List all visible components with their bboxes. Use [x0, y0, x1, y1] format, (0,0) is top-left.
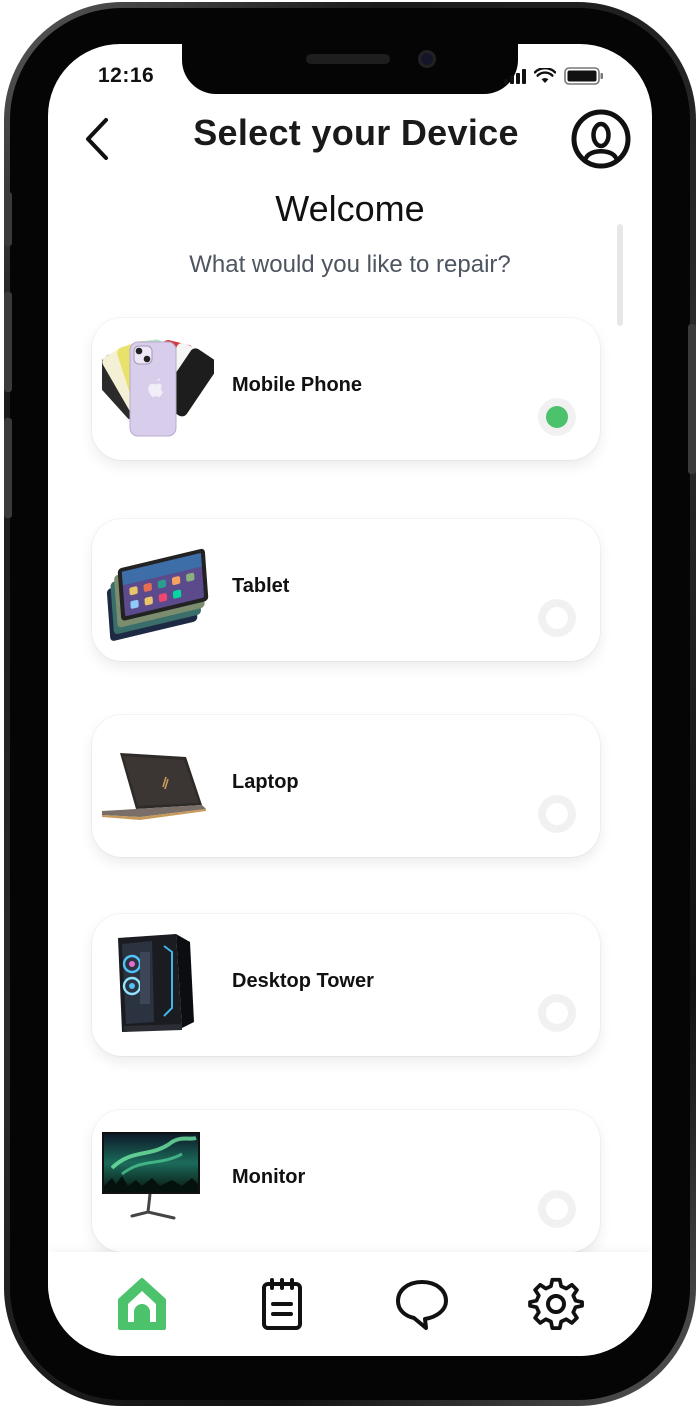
laptop-image: [102, 753, 206, 820]
mobile-phone-image: [102, 339, 214, 437]
monitor-image: [102, 1132, 200, 1220]
wifi-icon: [534, 68, 556, 83]
cellular-signal-icon: [504, 68, 526, 84]
volume-up-button: [4, 292, 12, 392]
device-card-desktop-tower[interactable]: Desktop Tower: [92, 914, 600, 1056]
device-label: Mobile Phone: [232, 374, 362, 396]
volume-down-button: [4, 418, 12, 518]
silent-switch: [4, 192, 12, 246]
status-time: 12:16: [98, 64, 155, 87]
battery-icon: [564, 67, 603, 85]
device-label: Desktop Tower: [232, 970, 374, 992]
scrollbar[interactable]: [617, 224, 623, 326]
gear-icon: [528, 1277, 584, 1330]
tab-home[interactable]: [114, 1276, 170, 1332]
notepad-icon: [262, 1278, 302, 1330]
front-camera: [418, 50, 436, 68]
profile-button[interactable]: [570, 108, 632, 170]
desktop-tower-image: [118, 934, 194, 1032]
device-card-tablet[interactable]: Tablet: [92, 519, 600, 661]
home-icon: [118, 1278, 166, 1330]
status-icons: [504, 67, 604, 85]
earpiece-speaker: [306, 54, 390, 64]
phone-screen: 12:16 Select your Device Welcome What wo…: [48, 44, 652, 1356]
tab-chat[interactable]: [394, 1276, 450, 1332]
welcome-subtitle: What would you like to repair?: [189, 251, 511, 278]
device-card-laptop[interactable]: Laptop: [92, 715, 600, 857]
chat-bubble-icon: [396, 1280, 448, 1330]
tab-notes[interactable]: [254, 1276, 310, 1332]
page-title: Select your Device: [193, 112, 519, 153]
tab-settings[interactable]: [528, 1276, 584, 1332]
bottom-tab-bar: [48, 1252, 652, 1356]
device-label: Laptop: [232, 771, 299, 793]
device-radio[interactable]: [538, 795, 576, 833]
device-label: Monitor: [232, 1166, 306, 1188]
tablet-image: [106, 548, 209, 641]
device-card-mobile-phone[interactable]: Mobile Phone: [92, 318, 600, 460]
user-circle-icon: [571, 109, 631, 169]
device-radio[interactable]: [538, 994, 576, 1032]
notch: [182, 44, 518, 94]
device-radio[interactable]: [538, 599, 576, 637]
device-radio-selected[interactable]: [538, 398, 576, 436]
welcome-heading: Welcome: [275, 188, 425, 229]
device-card-monitor[interactable]: Monitor: [92, 1110, 600, 1252]
device-label: Tablet: [232, 575, 290, 597]
power-button: [688, 324, 696, 474]
device-radio[interactable]: [538, 1190, 576, 1228]
